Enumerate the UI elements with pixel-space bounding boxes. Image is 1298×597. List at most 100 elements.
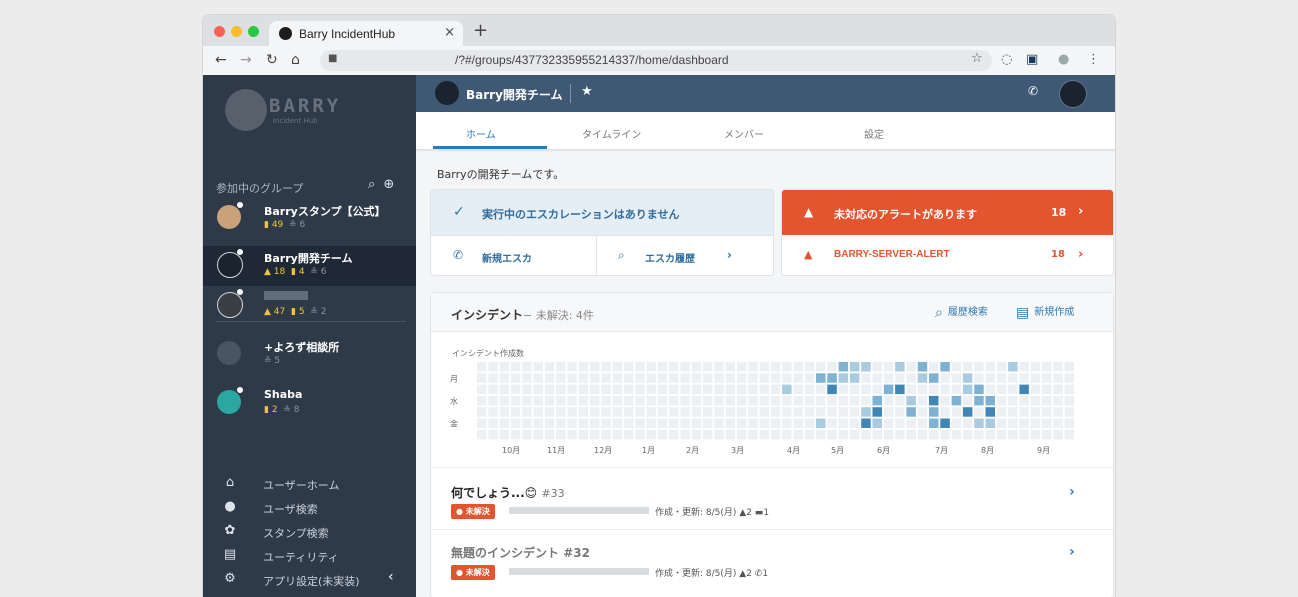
new-tab-button[interactable]: + (473, 20, 488, 41)
heatmap-cell (736, 362, 747, 372)
heatmap-cell (669, 429, 679, 440)
browser-menu-icon[interactable]: ⋮ (1087, 52, 1100, 67)
heatmap-cell (906, 384, 916, 395)
heatmap-cell (477, 407, 487, 417)
heatmap-cell (940, 362, 950, 372)
alert-card[interactable]: ▲ 未対応のアラートがあります 18 › ▲ BARRY-SERVER-ALER… (782, 190, 1113, 275)
heatmap-cell (906, 395, 916, 406)
search-groups-icon[interactable]: ⌕ (368, 177, 375, 192)
phone-icon[interactable]: ✆ (1028, 84, 1038, 98)
collapse-sidebar-icon[interactable]: ‹ (388, 569, 394, 585)
heatmap-cell (759, 429, 769, 440)
new-escalation-button[interactable]: 新規エスカ (482, 250, 532, 265)
menu-stamp-search[interactable]: ✿ スタンプ検索 (203, 520, 416, 544)
heatmap-cell (680, 407, 690, 417)
group-name-redacted (264, 290, 308, 303)
favorite-star-icon[interactable]: ★ (581, 84, 593, 99)
gear-icon: ⚙ (224, 571, 236, 586)
home-browser-icon[interactable]: ⌂ (291, 52, 300, 68)
heatmap-cell (1042, 418, 1052, 428)
unread-dot (237, 202, 243, 208)
tab-close-icon[interactable]: × (444, 25, 455, 40)
chevron-right-icon[interactable]: › (1069, 484, 1075, 500)
heatmap-cell (646, 373, 656, 383)
escalation-history-button[interactable]: エスカ履歴 (645, 250, 695, 265)
stamp-icon: ▮ (264, 405, 269, 415)
history-search-button[interactable]: ⌕ 履歴検索 (935, 303, 988, 321)
heatmap-cell (590, 384, 600, 395)
heatmap-cell (883, 429, 894, 440)
heatmap-cell (962, 373, 973, 383)
add-group-icon[interactable]: ⊕ (383, 177, 394, 192)
reload-icon[interactable]: ↻ (266, 52, 278, 68)
extension-icon[interactable]: ◌ (1001, 52, 1012, 67)
menu-user-search[interactable]: ● ユーザ検索 (203, 496, 416, 520)
alert-banner[interactable]: ▲ 未対応のアラートがあります 18 › (782, 190, 1113, 235)
user-avatar[interactable] (1059, 80, 1087, 108)
tab-settings[interactable]: 設定 (864, 126, 884, 141)
minimize-window-button[interactable] (231, 26, 242, 37)
heatmap-cell (488, 384, 498, 395)
sidebar-group-shaba[interactable]: Shaba ▮ 2 ≗ 8 (203, 384, 416, 424)
heatmap-cell (657, 373, 668, 383)
heatmap-cell (996, 384, 1007, 395)
menu-label: アプリ設定(未実装) (263, 575, 360, 588)
group-meta: ▲ 47 ▮ 5 ≗ 2 (264, 307, 327, 317)
incident-unresolved-count: − 未解決: 4件 (523, 309, 594, 322)
maximize-window-button[interactable] (248, 26, 259, 37)
menu-app-settings[interactable]: ⚙ アプリ設定(未実装) (203, 568, 416, 592)
browser-tab[interactable]: Barry IncidentHub × (269, 21, 463, 46)
profile-icon[interactable]: ● (1058, 52, 1069, 67)
url-field[interactable]: ■ /?#/groups/437732335955214337/home/das… (320, 50, 992, 71)
heatmap-cell (770, 418, 781, 428)
heatmap-cell (1053, 373, 1063, 383)
heatmap-cell (578, 362, 589, 372)
chevron-right-icon[interactable]: › (1078, 247, 1083, 262)
heatmap-cell (499, 395, 510, 406)
heatmap-cell (522, 384, 532, 395)
heatmap-cell (951, 418, 962, 428)
tab-members[interactable]: メンバー (724, 126, 764, 141)
alert-source-row[interactable]: ▲ BARRY-SERVER-ALERT 18 › (782, 235, 1113, 275)
chevron-right-icon[interactable]: › (1078, 204, 1083, 219)
heatmap-cell (782, 429, 792, 440)
heatmap-cell (691, 407, 702, 417)
tab-timeline[interactable]: タイムライン (582, 126, 641, 141)
sidebar-group-consult[interactable]: +よろず相談所 ≗ 5 (203, 335, 416, 375)
heatmap-cell (838, 407, 849, 417)
heatmap-cell (1042, 407, 1052, 417)
heatmap-cell (567, 384, 577, 395)
incident-row[interactable]: 無題のインシデント #32 ● 未解決 作成・更新: 8/5(月) ▲2 ✆1 … (431, 529, 1113, 597)
tab-home[interactable]: ホーム (466, 126, 496, 141)
heatmap-cell (861, 384, 871, 395)
close-window-button[interactable] (214, 26, 225, 37)
heatmap-cell (940, 384, 950, 395)
heatmap-cell (714, 384, 724, 395)
heatmap-cell (951, 362, 962, 372)
heatmap-cell (646, 384, 656, 395)
back-icon[interactable]: ← (215, 52, 227, 68)
sidebar-group-private[interactable]: ▲ 47 ▮ 5 ≗ 2 (203, 286, 416, 326)
heatmap-cell (477, 373, 487, 383)
incident-row[interactable]: 何でしょう...😊 #33 ● 未解決 作成・更新: 8/5(月) ▲2 ▬1 … (431, 467, 1113, 529)
forward-icon[interactable]: → (240, 52, 252, 68)
menu-user-home[interactable]: ⌂ ユーザーホーム (203, 472, 416, 496)
member-icon: ≗ (286, 220, 297, 230)
heatmap-cell (601, 407, 611, 417)
react-devtools-icon[interactable]: ▣ (1026, 52, 1038, 67)
heatmap-cell (770, 373, 781, 383)
heatmap-cell (533, 373, 543, 383)
sidebar-group-barry-stamp[interactable]: Barryスタンプ【公式】 ▮ 49 ≗ 6 (203, 199, 416, 239)
heatmap-cell (477, 418, 487, 428)
heatmap-cell (951, 395, 962, 406)
heatmap-cell (940, 418, 950, 428)
sidebar-group-barry-dev[interactable]: Barry開発チーム ▲ 18 ▮ 4 ≗ 6 (203, 246, 416, 286)
new-incident-button[interactable]: ▤ 新規作成 (1016, 303, 1074, 321)
chevron-right-icon[interactable]: › (1069, 544, 1075, 560)
menu-utility[interactable]: ▤ ユーティリティ (203, 544, 416, 568)
chevron-right-icon[interactable]: › (727, 248, 732, 262)
bookmark-star-icon[interactable]: ☆ (971, 51, 983, 66)
heatmap-cell (906, 429, 916, 440)
heatmap-cell (996, 418, 1007, 428)
heatmap-cell (883, 384, 894, 395)
